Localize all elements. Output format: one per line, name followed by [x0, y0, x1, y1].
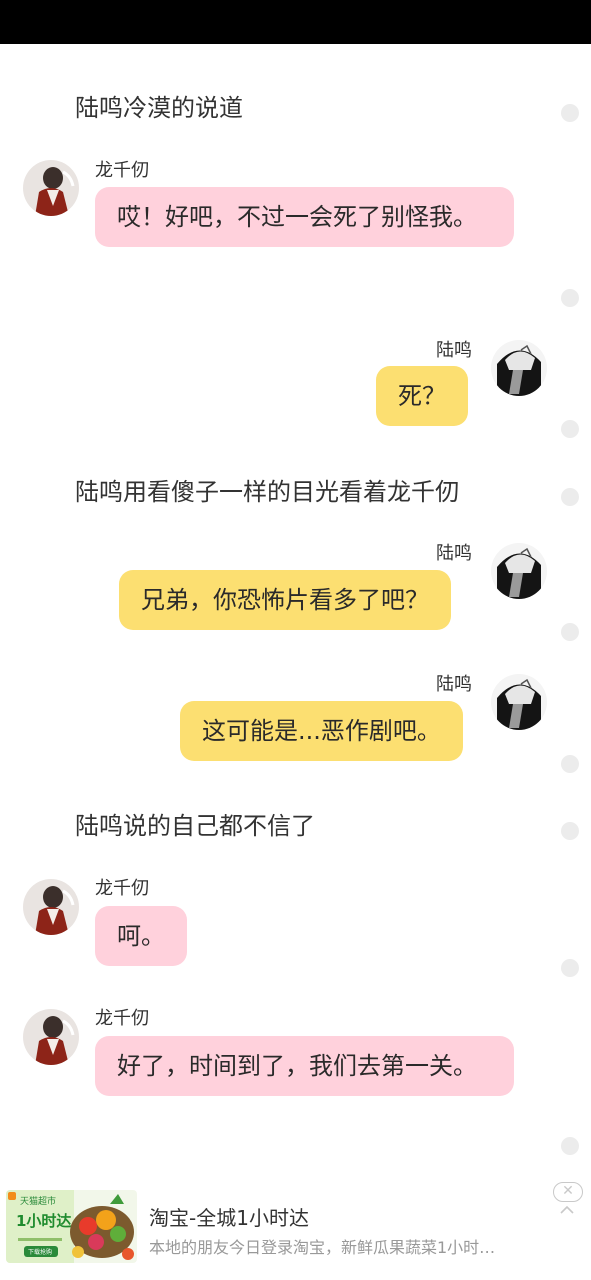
narration-text: 陆鸣用看傻子一样的目光看着龙千仞	[75, 478, 459, 506]
close-icon[interactable]: ✕	[553, 1182, 583, 1202]
paragraph-comment-dot[interactable]	[561, 822, 579, 840]
avatar-luming-image	[491, 340, 547, 396]
paragraph-comment-dot[interactable]	[561, 420, 579, 438]
avatar-longqianren-image	[23, 160, 79, 216]
avatar-luming[interactable]	[491, 340, 547, 396]
ad-thumb-headline: 1小时达	[16, 1212, 71, 1230]
avatar-luming[interactable]	[491, 674, 547, 730]
message-bubble[interactable]: 哎！好吧，不过一会死了别怪我。	[95, 187, 514, 247]
ad-title[interactable]: 淘宝-全城1小时达	[149, 1202, 309, 1231]
ad-thumbnail-image: 天猫超市 1小时达 下载抢购	[6, 1190, 137, 1263]
paragraph-comment-dot[interactable]	[561, 104, 579, 122]
paragraph-comment-dot[interactable]	[561, 488, 579, 506]
narration-text: 陆鸣冷漠的说道	[75, 94, 243, 122]
chevron-up-icon[interactable]	[558, 1204, 576, 1216]
avatar-longqianren-image	[23, 1009, 79, 1065]
speaker-name: 龙千仞	[95, 878, 149, 899]
ad-banner[interactable]: 天猫超市 1小时达 下载抢购 淘宝-全城1小时达 本地的朋友今日登录淘宝，新鲜瓜…	[0, 1180, 591, 1280]
paragraph-comment-dot[interactable]	[561, 959, 579, 977]
message-bubble[interactable]: 呵。	[95, 906, 187, 966]
status-bar	[0, 0, 591, 44]
avatar-longqianren[interactable]	[23, 1009, 79, 1065]
avatar-luming-image	[491, 674, 547, 730]
avatar-longqianren[interactable]	[23, 879, 79, 935]
avatar-longqianren[interactable]	[23, 160, 79, 216]
ad-thumb-button: 下载抢购	[28, 1248, 52, 1256]
avatar-luming-image	[491, 543, 547, 599]
message-bubble[interactable]: 这可能是...恶作剧吧。	[180, 701, 463, 761]
paragraph-comment-dot[interactable]	[561, 623, 579, 641]
speaker-name: 龙千仞	[95, 1008, 149, 1029]
speaker-name: 龙千仞	[95, 160, 149, 181]
message-bubble[interactable]: 兄弟，你恐怖片看多了吧？	[119, 570, 451, 630]
ad-thumb-brand: 天猫超市	[20, 1195, 56, 1207]
speaker-name: 陆鸣	[436, 543, 472, 564]
message-bubble[interactable]: 死？	[376, 366, 468, 426]
paragraph-comment-dot[interactable]	[561, 289, 579, 307]
message-bubble[interactable]: 好了，时间到了，我们去第一关。	[95, 1036, 514, 1096]
paragraph-comment-dot[interactable]	[561, 1137, 579, 1155]
narration-text: 陆鸣说的自己都不信了	[75, 812, 315, 840]
ad-description[interactable]: 本地的朋友今日登录淘宝，新鲜瓜果蔬菜1小时…	[149, 1234, 544, 1258]
avatar-luming[interactable]	[491, 543, 547, 599]
ad-thumbnail[interactable]: 天猫超市 1小时达 下载抢购	[6, 1190, 137, 1263]
paragraph-comment-dot[interactable]	[561, 755, 579, 773]
speaker-name: 陆鸣	[436, 340, 472, 361]
speaker-name: 陆鸣	[436, 674, 472, 695]
avatar-longqianren-image	[23, 879, 79, 935]
